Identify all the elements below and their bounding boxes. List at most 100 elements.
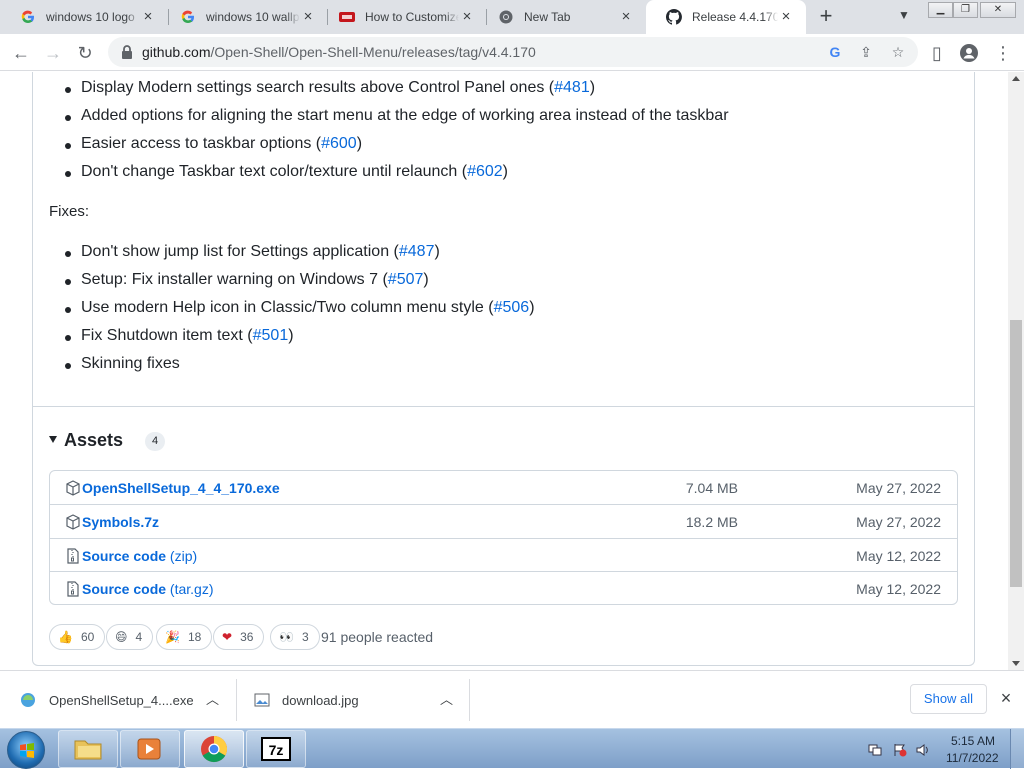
reaction-count: 36 xyxy=(240,630,254,644)
lock-icon[interactable] xyxy=(120,44,134,60)
list-item: Fix Shutdown item text (#501) xyxy=(65,327,294,344)
issue-link[interactable]: #481 xyxy=(554,79,590,96)
taskbar-7zip[interactable]: 7z xyxy=(246,730,306,768)
url-host: github.com xyxy=(142,44,211,60)
issue-link[interactable]: #487 xyxy=(399,243,435,260)
reaction-hooray[interactable]: 🎉 18 xyxy=(156,624,213,650)
tab-windows-10-logo[interactable]: windows 10 logo × xyxy=(0,0,168,34)
minimize-button[interactable]: ▁ xyxy=(928,2,953,18)
taskbar-media-player[interactable] xyxy=(120,730,180,768)
start-button[interactable] xyxy=(7,731,45,769)
folder-icon xyxy=(74,740,102,760)
side-panel-icon[interactable]: ▯ xyxy=(924,40,950,66)
tab-title: Release 4.4.170 · Open-Shell xyxy=(692,10,778,24)
windows-taskbar: 7z 5:15 AM 11/7/2022 xyxy=(0,728,1024,769)
svg-text:7z: 7z xyxy=(269,742,284,758)
issue-link[interactable]: #506 xyxy=(494,299,530,316)
separator xyxy=(469,679,470,721)
reload-button[interactable]: ↻ xyxy=(72,40,98,66)
reaction-count: 4 xyxy=(135,630,143,644)
asset-link[interactable]: Source code (tar.gz) xyxy=(82,581,214,597)
tab-windows-10-wallpaper[interactable]: windows 10 wallpaper × xyxy=(160,0,328,34)
collapse-triangle-icon[interactable] xyxy=(49,436,57,443)
chevron-up-icon[interactable]: ︿ xyxy=(206,689,219,708)
network-icon[interactable] xyxy=(868,743,882,757)
close-icon[interactable]: × xyxy=(459,9,475,25)
share-icon[interactable]: ⇪ xyxy=(857,43,875,61)
download-item[interactable]: download.jpg ︿ xyxy=(236,671,470,729)
bookmark-star-icon[interactable]: ☆ xyxy=(889,43,907,61)
forward-button[interactable]: → xyxy=(40,40,66,66)
reaction-thumbs-up[interactable]: 👍 60 xyxy=(49,624,106,650)
close-icon[interactable]: × xyxy=(778,9,794,25)
google-translate-icon[interactable]: G xyxy=(826,43,844,61)
close-icon[interactable]: × xyxy=(140,9,156,25)
assets-list: OpenShellSetup_4_4_170.exe 7.04 MB May 2… xyxy=(49,470,958,605)
scroll-up-arrow-icon[interactable] xyxy=(1012,76,1020,81)
issue-link[interactable]: #507 xyxy=(388,271,424,288)
windows-logo-icon xyxy=(20,743,34,758)
page-content: Display Modern settings search results a… xyxy=(0,72,1008,670)
asset-link[interactable]: Symbols.7z xyxy=(82,514,159,530)
volume-icon[interactable] xyxy=(916,743,930,757)
asset-row: Symbols.7z 18.2 MB May 27, 2022 xyxy=(50,504,957,538)
address-bar[interactable]: github.com/Open-Shell/Open-Shell-Menu/re… xyxy=(108,37,918,67)
taskbar-chrome[interactable] xyxy=(184,730,244,768)
back-button[interactable]: ← xyxy=(8,40,34,66)
new-tab-button[interactable]: + xyxy=(814,5,838,29)
asset-link[interactable]: Source code (zip) xyxy=(82,548,197,564)
tab-how-to-customize[interactable]: How to Customize × xyxy=(319,0,487,34)
menu-kebab-icon[interactable]: ⋮ xyxy=(990,40,1016,66)
profile-avatar-icon[interactable] xyxy=(956,40,982,66)
reaction-count: 18 xyxy=(187,630,202,644)
maximize-button[interactable]: ❐ xyxy=(953,2,978,18)
list-item: Skinning fixes xyxy=(65,355,180,372)
tab-search-icon[interactable]: ▼ xyxy=(895,8,913,26)
reacted-summary: 91 people reacted xyxy=(321,629,434,645)
action-center-flag-icon[interactable] xyxy=(893,743,907,757)
clock-date[interactable]: 11/7/2022 xyxy=(946,751,999,765)
url-text[interactable]: github.com/Open-Shell/Open-Shell-Menu/re… xyxy=(142,44,536,60)
issue-link[interactable]: #501 xyxy=(253,327,289,344)
tab-release-active[interactable]: Release 4.4.170 · Open-Shell × xyxy=(646,0,806,34)
asset-row: Source code (tar.gz) May 12, 2022 xyxy=(50,571,957,605)
chrome-icon xyxy=(201,735,228,763)
issue-link[interactable]: #600 xyxy=(321,135,357,152)
download-shelf: OpenShellSetup_4....exe ︿ download.jpg ︿… xyxy=(0,670,1024,728)
asset-date: May 27, 2022 xyxy=(856,480,941,496)
asset-size: 18.2 MB xyxy=(685,514,738,530)
asset-row: Source code (zip) May 12, 2022 xyxy=(50,538,957,572)
assets-count-badge: 4 xyxy=(145,432,165,451)
reaction-laugh[interactable]: 😄 4 xyxy=(106,624,154,650)
asset-date: May 12, 2022 xyxy=(856,581,941,597)
chevron-up-icon[interactable]: ︿ xyxy=(440,689,453,708)
close-icon[interactable]: × xyxy=(618,9,634,25)
download-item[interactable]: OpenShellSetup_4....exe ︿ xyxy=(0,671,236,729)
close-icon[interactable]: × xyxy=(997,689,1015,707)
tab-new-tab[interactable]: New Tab × xyxy=(478,0,646,34)
reaction-eyes[interactable]: 👀 3 xyxy=(270,624,320,650)
scrollbar-thumb[interactable] xyxy=(1010,320,1022,587)
media-player-icon xyxy=(137,738,161,760)
tab-title: windows 10 logo xyxy=(46,10,135,24)
site-icon xyxy=(339,9,355,25)
assets-heading[interactable]: Assets xyxy=(64,430,123,451)
asset-date: May 27, 2022 xyxy=(856,514,941,530)
close-icon[interactable]: × xyxy=(300,9,316,25)
window-close-button[interactable]: ✕ xyxy=(980,2,1016,18)
taskbar-file-explorer[interactable] xyxy=(58,730,118,768)
asset-link[interactable]: OpenShellSetup_4_4_170.exe xyxy=(82,480,280,496)
show-all-button[interactable]: Show all xyxy=(910,684,987,714)
vertical-scrollbar[interactable] xyxy=(1008,72,1024,670)
asset-row: OpenShellSetup_4_4_170.exe 7.04 MB May 2… xyxy=(50,471,957,505)
scroll-down-arrow-icon[interactable] xyxy=(1012,661,1020,666)
issue-link[interactable]: #602 xyxy=(467,163,503,180)
divider xyxy=(33,406,974,407)
show-desktop-button[interactable] xyxy=(1010,729,1024,769)
reaction-heart[interactable]: ❤ 36 xyxy=(213,624,265,650)
github-icon xyxy=(666,9,682,25)
list-item: Easier access to taskbar options (#600) xyxy=(64,135,363,152)
list-item: Don't change Taskbar text color/texture … xyxy=(65,163,508,180)
url-path: /Open-Shell/Open-Shell-Menu/releases/tag… xyxy=(210,44,536,60)
clock-time[interactable]: 5:15 AM xyxy=(951,734,995,748)
